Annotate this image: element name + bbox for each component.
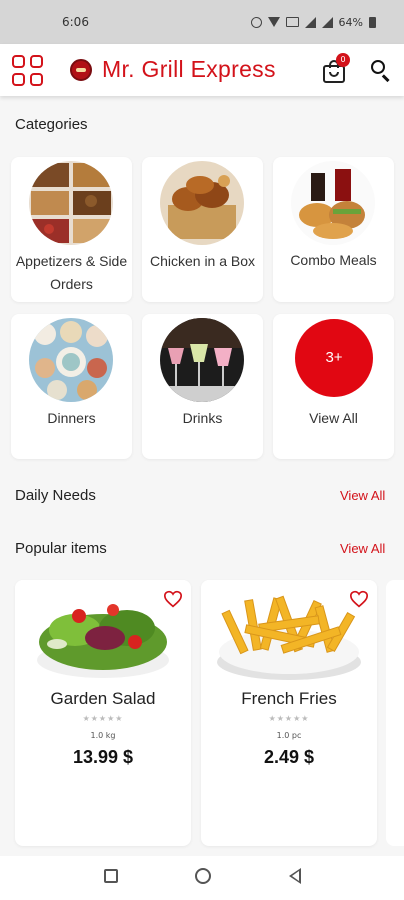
category-view-all[interactable]: 3+ View All bbox=[273, 314, 394, 459]
category-drinks[interactable]: Drinks bbox=[142, 314, 263, 459]
category-label: View All bbox=[309, 410, 358, 426]
category-combo-meals[interactable]: Combo Meals bbox=[273, 157, 394, 302]
daily-needs-view-all-link[interactable]: View All bbox=[340, 488, 385, 503]
drinks-image bbox=[160, 318, 244, 402]
cart-count-badge: 0 bbox=[336, 53, 350, 67]
product-unit: 1.0 kg bbox=[90, 731, 116, 740]
app-bar: Mr. Grill Express 0 bbox=[0, 44, 404, 96]
system-nav-bar bbox=[0, 856, 404, 900]
product-price: 2.49 $ bbox=[263, 747, 315, 767]
favorite-heart-icon[interactable] bbox=[349, 590, 369, 608]
app-title: Mr. Grill Express bbox=[102, 56, 276, 82]
view-all-badge: 3+ bbox=[295, 319, 373, 397]
category-label: Dinners bbox=[47, 410, 96, 426]
restaurant-logo bbox=[70, 59, 92, 81]
battery-icon bbox=[369, 16, 376, 28]
categories-grid-icon[interactable] bbox=[12, 55, 43, 86]
signal-icon bbox=[321, 16, 333, 28]
category-label: Drinks bbox=[182, 410, 223, 426]
daily-needs-title: Daily Needs bbox=[15, 487, 96, 504]
back-icon[interactable] bbox=[289, 868, 301, 884]
favorite-heart-icon[interactable] bbox=[163, 590, 183, 608]
status-time: 6:06 bbox=[62, 15, 89, 29]
battery-percent: 64% bbox=[338, 15, 363, 29]
popular-items-view-all-link[interactable]: View All bbox=[340, 541, 385, 556]
product-price: 13.99 $ bbox=[72, 747, 134, 767]
rating-stars: ★★★★★ bbox=[268, 714, 310, 723]
product-name: French Fries bbox=[241, 689, 337, 708]
appetizers-image bbox=[29, 161, 113, 245]
recent-apps-icon[interactable] bbox=[104, 869, 118, 883]
product-card-garden-salad[interactable]: Garden Salad ★★★★★ 1.0 kg 13.99 $ bbox=[15, 580, 191, 846]
product-unit: 1.0 pc bbox=[276, 731, 302, 740]
dinners-image bbox=[29, 318, 113, 402]
product-card-french-fries[interactable]: French Fries ★★★★★ 1.0 pc 2.49 $ bbox=[201, 580, 377, 846]
search-icon[interactable] bbox=[370, 59, 392, 82]
category-label: Chicken in a Box bbox=[149, 253, 256, 269]
wifi-icon bbox=[267, 17, 280, 27]
volte-icon bbox=[285, 17, 299, 27]
category-appetizers[interactable]: Appetizers & Side Orders bbox=[11, 157, 132, 302]
status-icons: 64% bbox=[250, 15, 376, 29]
rating-stars: ★★★★★ bbox=[82, 714, 124, 723]
alarm-icon bbox=[250, 16, 262, 28]
category-label: Combo Meals bbox=[290, 252, 377, 268]
popular-items-title: Popular items bbox=[15, 540, 107, 557]
shopping-bag-icon[interactable]: 0 bbox=[323, 53, 350, 83]
status-bar: 6:06 64% bbox=[0, 0, 404, 44]
category-label: Appetizers & Side Orders bbox=[15, 253, 128, 292]
category-dinners[interactable]: Dinners bbox=[11, 314, 132, 459]
category-chicken-in-a-box[interactable]: Chicken in a Box bbox=[142, 157, 263, 302]
product-name: Garden Salad bbox=[50, 689, 156, 708]
signal-icon bbox=[304, 16, 316, 28]
chicken-box-image bbox=[160, 161, 244, 245]
product-card-partial[interactable] bbox=[386, 580, 404, 846]
combo-meals-image bbox=[291, 161, 375, 245]
categories-title: Categories bbox=[15, 116, 88, 133]
home-icon[interactable] bbox=[195, 868, 211, 884]
